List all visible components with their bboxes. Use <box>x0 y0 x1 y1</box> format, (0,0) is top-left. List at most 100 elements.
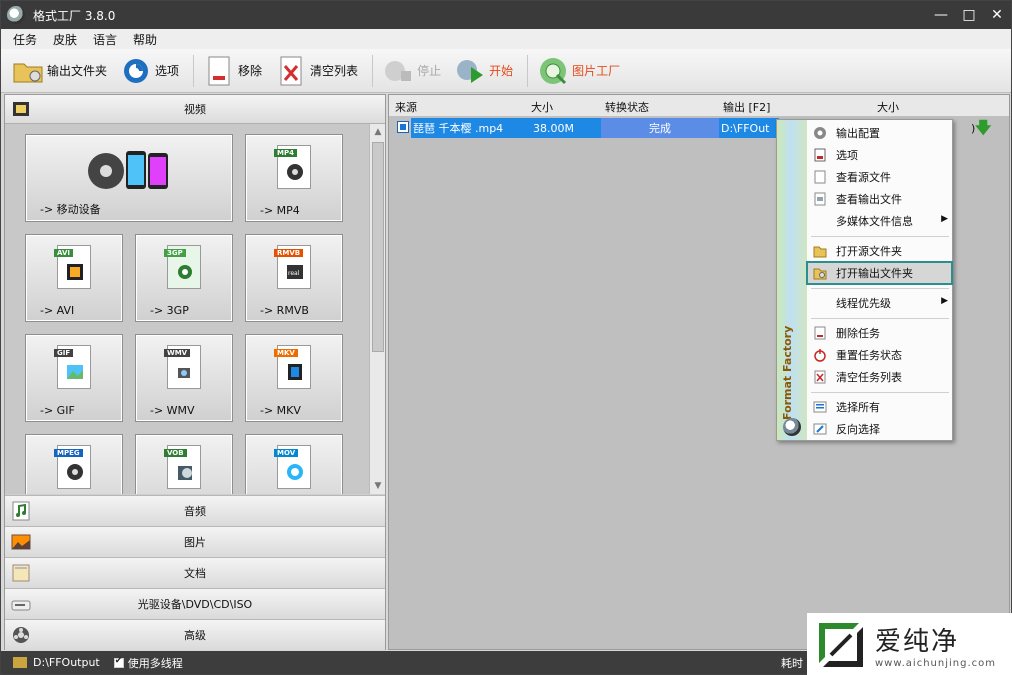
menu-item-label: 重置任务状态 <box>836 349 902 362</box>
mobile-device-icon <box>88 151 168 189</box>
video-category-label: 视频 <box>184 103 206 116</box>
menu-item-label: 查看源文件 <box>836 171 891 184</box>
start-button[interactable]: 开始 <box>455 56 513 86</box>
menu-item-open-source-folder[interactable]: 打开源文件夹 <box>807 240 952 262</box>
menu-item-label: 删除任务 <box>836 327 880 340</box>
toolbar-separator <box>527 54 529 87</box>
elapsed-label: 耗时 <box>781 656 803 670</box>
menu-item-label: 反向选择 <box>836 423 880 436</box>
rmvb-file-icon: RMVB real <box>272 245 316 295</box>
format-grid-scrollbar[interactable]: ▲ ▼ <box>369 124 385 494</box>
picture-category-label: 图片 <box>184 536 206 549</box>
optical-drive-icon <box>11 600 31 611</box>
output-config-icon <box>814 127 826 139</box>
scroll-down-icon[interactable]: ▼ <box>370 478 386 494</box>
advanced-category[interactable]: 高级 <box>5 619 385 650</box>
menu-item-media-info[interactable]: 多媒体文件信息 ▶ <box>807 210 952 232</box>
tile-mpeg[interactable]: MPEG <box>25 434 123 494</box>
app-window: 格式工厂 3.8.0 — □ ✕ 任务 皮肤 语言 帮助 输出文件夹 选项 移除… <box>0 0 1012 675</box>
menu-item-label: 清空任务列表 <box>836 371 902 384</box>
scroll-thumb[interactable] <box>372 142 384 352</box>
start-label: 开始 <box>489 64 514 78</box>
title-bar: 格式工厂 3.8.0 — □ ✕ <box>1 1 1011 29</box>
picture-factory-button[interactable]: 图片工厂 <box>538 56 620 86</box>
folder-icon[interactable] <box>13 657 27 668</box>
menu-help[interactable]: 帮助 <box>133 31 157 48</box>
audio-category[interactable]: 音频 <box>5 495 385 526</box>
menu-item-invert-selection[interactable]: 反向选择 <box>807 418 952 440</box>
task-row-checkbox[interactable] <box>397 121 409 133</box>
tile-vob[interactable]: VOB <box>135 434 233 494</box>
picture-category[interactable]: 图片 <box>5 526 385 557</box>
video-category-header[interactable]: 视频 <box>5 95 385 124</box>
optical-drive-category[interactable]: 光驱设备\DVD\CD\ISO <box>5 588 385 619</box>
document-category[interactable]: 文档 <box>5 557 385 588</box>
clear-list-button[interactable]: 清空列表 <box>276 56 358 86</box>
tile-mov[interactable]: MOV <box>245 434 343 494</box>
col-output[interactable]: 输出 [F2] <box>723 99 770 115</box>
output-folder-button[interactable]: 输出文件夹 <box>13 56 107 86</box>
remove-button[interactable]: 移除 <box>204 56 262 86</box>
col-status[interactable]: 转换状态 <box>605 99 649 115</box>
tile-wmv-label: -> WMV <box>150 404 195 417</box>
menu-language[interactable]: 语言 <box>93 31 117 48</box>
col-output-size[interactable]: 大小 <box>877 99 899 115</box>
watermark-title: 爱纯净 <box>875 626 960 657</box>
stop-button[interactable]: 停止 <box>383 56 441 86</box>
audio-category-label: 音频 <box>184 505 206 518</box>
menu-bar: 任务 皮肤 语言 帮助 <box>1 29 1011 49</box>
menu-item-view-output[interactable]: 查看输出文件 <box>807 188 952 210</box>
download-arrow-icon[interactable]: 🡇 <box>975 117 991 144</box>
multithread-checkbox[interactable] <box>113 656 124 668</box>
row-source: 琵琶 千本樱 .mp4 <box>413 122 504 135</box>
watermark-text: 爱纯净 www.aichunjing.com <box>875 621 996 669</box>
invert-selection-icon <box>813 423 827 435</box>
svg-text:real: real <box>288 270 300 277</box>
menu-item-output-config[interactable]: 输出配置 <box>807 122 952 144</box>
menu-item-label: 查看输出文件 <box>836 193 902 206</box>
menu-skin[interactable]: 皮肤 <box>53 31 77 48</box>
menu-item-view-source[interactable]: 查看源文件 <box>807 166 952 188</box>
tile-mp4[interactable]: MP4 -> MP4 <box>245 134 343 222</box>
tile-wmv[interactable]: WMV -> WMV <box>135 334 233 422</box>
close-icon[interactable]: ✕ <box>983 1 1011 29</box>
menu-item-options[interactable]: 选项 <box>807 144 952 166</box>
menu-item-select-all[interactable]: 选择所有 <box>807 396 952 418</box>
menu-task[interactable]: 任务 <box>13 31 37 48</box>
tile-gif[interactable]: GIF -> GIF <box>25 334 123 422</box>
select-all-icon <box>813 401 827 413</box>
row-size-cell: 38.00M <box>531 118 601 138</box>
tile-mkv[interactable]: MKV -> MKV <box>245 334 343 422</box>
tile-3gp[interactable]: 3GP -> 3GP <box>135 234 233 322</box>
row-size: 38.00M <box>533 121 574 135</box>
stop-label: 停止 <box>417 64 442 78</box>
col-source[interactable]: 来源 <box>395 99 417 115</box>
menu-item-delete-task[interactable]: 删除任务 <box>807 322 952 344</box>
tile-avi[interactable]: AVI -> AVI <box>25 234 123 322</box>
audio-music-icon <box>12 501 30 521</box>
menu-item-clear-list[interactable]: 清空任务列表 <box>807 366 952 388</box>
window-controls: — □ ✕ <box>927 1 1011 29</box>
maximize-icon[interactable]: □ <box>955 1 983 29</box>
menu-separator <box>811 288 949 289</box>
clear-list-label: 清空列表 <box>310 64 359 78</box>
menu-item-thread-priority[interactable]: 线程优先级 ▶ <box>807 292 952 314</box>
advanced-category-label: 高级 <box>184 629 206 642</box>
minimize-icon[interactable]: — <box>927 1 955 29</box>
tile-rmvb[interactable]: RMVB real -> RMVB <box>245 234 343 322</box>
options-button[interactable]: 选项 <box>121 56 179 86</box>
menu-item-open-output-folder[interactable]: 打开输出文件夹 <box>806 261 953 285</box>
col-size[interactable]: 大小 <box>531 99 553 115</box>
task-list-header: 来源 大小 转换状态 输出 [F2] 大小 <box>389 95 1009 117</box>
tile-mobile-device[interactable]: -> 移动设备 <box>25 134 233 222</box>
menu-item-reset-status[interactable]: 重置任务状态 <box>807 344 952 366</box>
document-icon <box>12 564 30 582</box>
output-path[interactable]: D:\FFOutput <box>33 656 100 669</box>
format-factory-logo-icon <box>783 418 801 436</box>
tile-gif-label: -> GIF <box>40 404 75 417</box>
scroll-up-icon[interactable]: ▲ <box>370 124 386 140</box>
multithread-label[interactable]: 使用多线程 <box>128 655 183 671</box>
start-play-icon <box>455 56 485 86</box>
row-output-cell: D:\FFOut <box>719 118 779 138</box>
clear-list-icon <box>814 370 826 384</box>
